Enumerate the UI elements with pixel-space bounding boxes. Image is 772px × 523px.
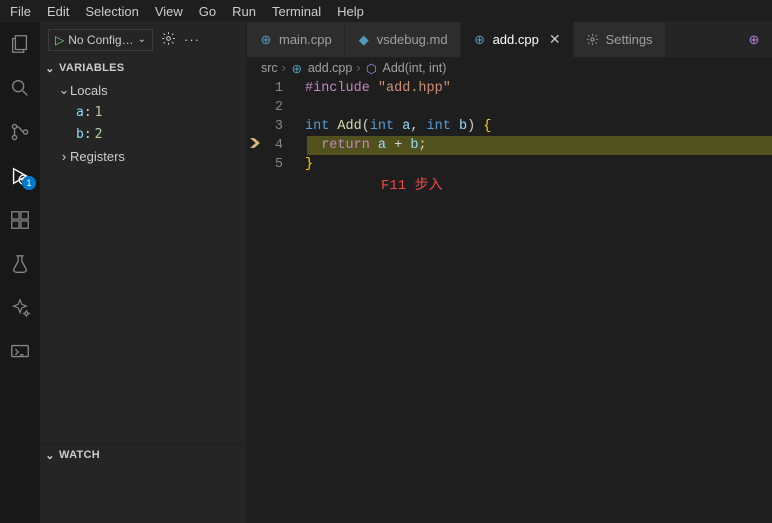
tab-label: add.cpp xyxy=(493,32,539,47)
line-number: 2 xyxy=(247,98,297,117)
explorer-icon[interactable] xyxy=(8,32,32,56)
config-name: No Config… xyxy=(68,33,133,47)
tab-label: Settings xyxy=(606,32,653,47)
tab-label: main.cpp xyxy=(279,32,332,47)
watch-section-header[interactable]: ⌄ WATCH xyxy=(40,444,246,466)
chevron-down-icon: ⌄ xyxy=(58,82,70,98)
tab-main-cpp[interactable]: ⊕ main.cpp xyxy=(247,22,345,57)
breadcrumb-item[interactable]: src xyxy=(261,61,278,75)
code-editor[interactable]: 1 2 3 4 5 #include "add.hpp" int Add(int… xyxy=(247,79,772,523)
watch-section: ⌄ WATCH xyxy=(40,443,246,523)
menu-edit[interactable]: Edit xyxy=(47,4,69,19)
gear-icon xyxy=(586,33,600,47)
line-number: 5 xyxy=(247,155,297,174)
breadcrumb[interactable]: src › ⊕ add.cpp › ⬡ Add(int, int) xyxy=(247,57,772,79)
tab-overflow[interactable]: ⊕ xyxy=(737,22,772,57)
variable-row[interactable]: b: 2 xyxy=(40,123,246,145)
menu-selection[interactable]: Selection xyxy=(85,4,138,19)
variables-label: VARIABLES xyxy=(59,62,124,74)
tab-settings[interactable]: Settings xyxy=(574,22,666,57)
copilot-icon[interactable] xyxy=(8,296,32,320)
search-icon[interactable] xyxy=(8,76,32,100)
chevron-down-icon: ⌄ xyxy=(138,34,146,45)
locals-label: Locals xyxy=(70,83,108,98)
variables-section-header[interactable]: ⌄ VARIABLES xyxy=(40,57,246,79)
chevron-right-icon: › xyxy=(356,61,360,75)
editor-area: ⊕ main.cpp ◆ vsdebug.md ⊕ add.cpp ✕ Sett… xyxy=(247,22,772,523)
markdown-file-icon: ◆ xyxy=(357,33,371,47)
symbol-method-icon: ⬡ xyxy=(365,61,379,75)
line-number: 1 xyxy=(247,79,297,98)
var-value: 1 xyxy=(95,105,103,120)
registers-scope[interactable]: › Registers xyxy=(40,145,246,167)
menu-file[interactable]: File xyxy=(10,4,31,19)
breadcrumb-item[interactable]: Add(int, int) xyxy=(383,61,447,75)
tab-vsdebug-md[interactable]: ◆ vsdebug.md xyxy=(345,22,461,57)
cpp-file-icon: ⊕ xyxy=(747,33,761,47)
run-debug-icon[interactable]: 1 xyxy=(8,164,32,188)
testing-icon[interactable] xyxy=(8,252,32,276)
menu-help[interactable]: Help xyxy=(337,4,364,19)
line-number-gutter: 1 2 3 4 5 xyxy=(247,79,297,174)
cpp-file-icon: ⊕ xyxy=(473,33,487,47)
debug-toolbar: ▷ No Config… ⌄ ··· xyxy=(40,22,246,57)
play-icon: ▷ xyxy=(55,33,64,47)
menu-go[interactable]: Go xyxy=(199,4,216,19)
locals-scope[interactable]: ⌄ Locals xyxy=(40,79,246,101)
line-number: 3 xyxy=(247,117,297,136)
breadcrumb-item[interactable]: add.cpp xyxy=(308,61,352,75)
editor-tabs: ⊕ main.cpp ◆ vsdebug.md ⊕ add.cpp ✕ Sett… xyxy=(247,22,772,57)
menu-run[interactable]: Run xyxy=(232,4,256,19)
extensions-icon[interactable] xyxy=(8,208,32,232)
chevron-right-icon: › xyxy=(282,61,286,75)
debug-sidebar: ▷ No Config… ⌄ ··· ⌄ VARIABLES ⌄ Locals … xyxy=(40,22,247,523)
annotation-text: F11 步入 xyxy=(381,177,443,196)
close-icon[interactable]: ✕ xyxy=(549,31,561,48)
debug-config-selector[interactable]: ▷ No Config… ⌄ xyxy=(48,29,153,51)
gear-icon[interactable] xyxy=(161,31,176,49)
variable-row[interactable]: a: 1 xyxy=(40,101,246,123)
chevron-down-icon: ⌄ xyxy=(44,62,56,75)
menu-view[interactable]: View xyxy=(155,4,183,19)
tab-add-cpp[interactable]: ⊕ add.cpp ✕ xyxy=(461,22,574,57)
source-control-icon[interactable] xyxy=(8,120,32,144)
code-content: #include "add.hpp" int Add(int a, int b)… xyxy=(305,79,772,174)
registers-label: Registers xyxy=(70,149,125,164)
activity-bar: 1 xyxy=(0,22,40,523)
var-name: b xyxy=(76,127,84,142)
line-number: 4 xyxy=(247,136,297,155)
menu-bar: File Edit Selection View Go Run Terminal… xyxy=(0,0,772,22)
cpp-file-icon: ⊕ xyxy=(290,61,304,75)
more-icon[interactable]: ··· xyxy=(184,32,200,47)
var-value: 2 xyxy=(95,127,103,142)
tab-label: vsdebug.md xyxy=(377,32,448,47)
menu-terminal[interactable]: Terminal xyxy=(272,4,321,19)
watch-label: WATCH xyxy=(59,449,100,461)
var-name: a xyxy=(76,105,84,120)
cpp-file-icon: ⊕ xyxy=(259,33,273,47)
chevron-right-icon: › xyxy=(58,149,70,164)
debug-badge: 1 xyxy=(22,176,36,190)
chevron-down-icon: ⌄ xyxy=(44,449,56,462)
remote-icon[interactable] xyxy=(8,340,32,364)
